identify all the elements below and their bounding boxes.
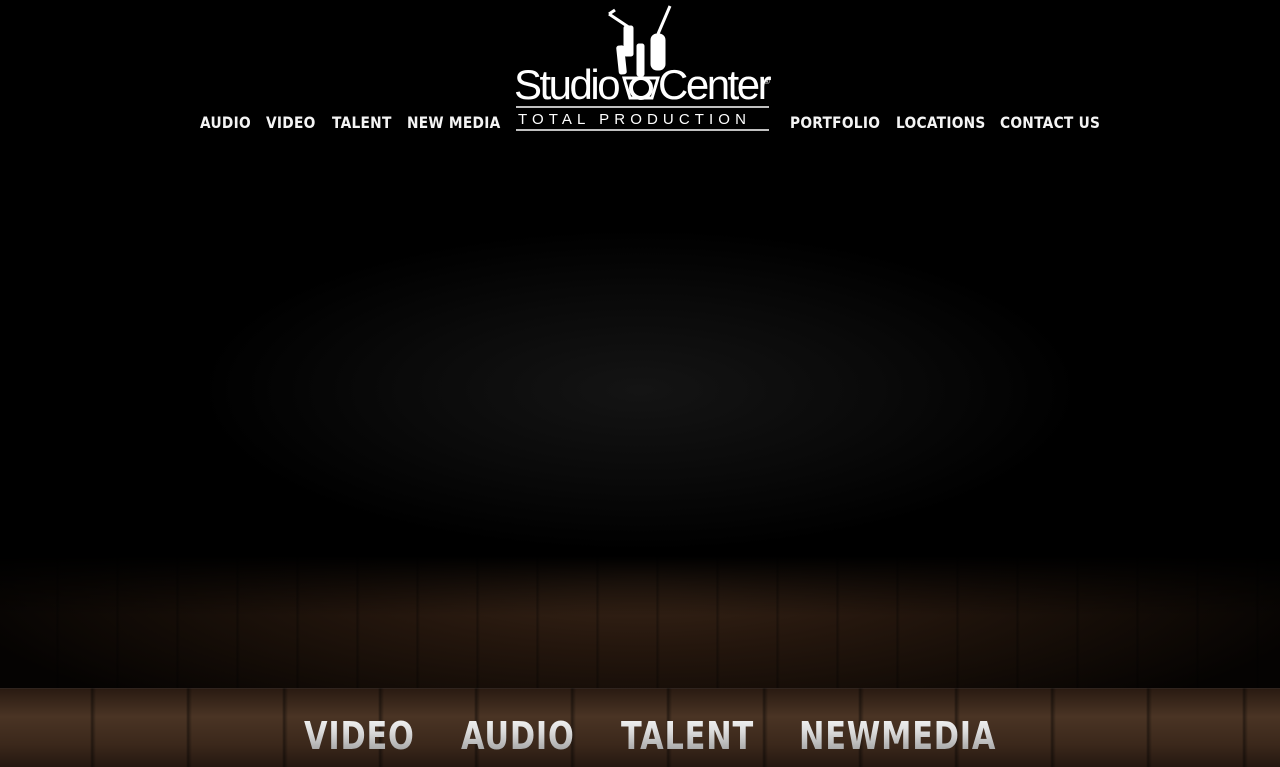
nav-contact-us[interactable]: CONTACT US bbox=[1000, 110, 1100, 136]
nav-audio[interactable]: AUDIO bbox=[200, 110, 251, 136]
stage-nav-audio[interactable]: AUDIO bbox=[461, 712, 575, 760]
nav-portfolio[interactable]: PORTFOLIO bbox=[790, 110, 880, 136]
stage-nav-video[interactable]: VIDEO bbox=[304, 712, 415, 760]
stage-nav-talent[interactable]: TALENT bbox=[621, 712, 754, 760]
logo-center-text: Center bbox=[658, 61, 772, 108]
stage-background: AUDIO VIDEO TALENT NEW MEDIA Studio Cent… bbox=[0, 0, 1280, 767]
nav-talent[interactable]: TALENT bbox=[332, 110, 392, 136]
nav-locations[interactable]: LOCATIONS bbox=[896, 110, 986, 136]
studio-center-logo[interactable]: Studio Center ® TOTAL PRODUCTION bbox=[512, 4, 774, 134]
logo-tagline: TOTAL PRODUCTION bbox=[518, 111, 751, 128]
stage-nav-newmedia[interactable]: NEWMEDIA bbox=[799, 712, 996, 760]
logo-studio-text: Studio bbox=[514, 61, 619, 108]
nav-new-media[interactable]: NEW MEDIA bbox=[407, 110, 500, 136]
registered-mark: ® bbox=[764, 77, 770, 86]
nav-video[interactable]: VIDEO bbox=[266, 110, 316, 136]
floor-shadow bbox=[0, 556, 1280, 616]
logo-graphic: Studio Center ® TOTAL PRODUCTION bbox=[514, 5, 774, 131]
